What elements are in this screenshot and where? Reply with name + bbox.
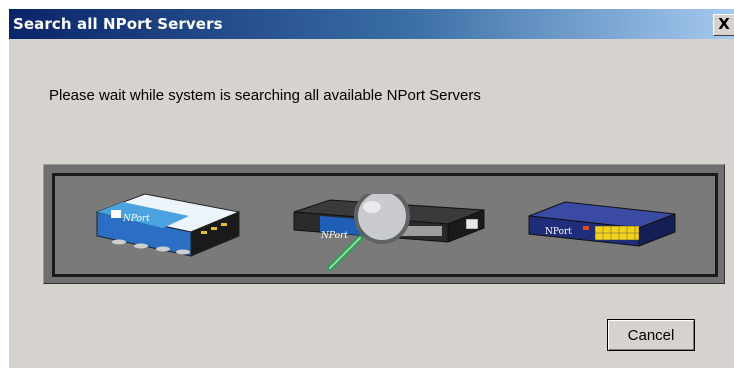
device-animation-panel: NPort NPort NPort [43, 164, 725, 284]
nport-device-1-label: NPort [123, 214, 150, 224]
nport-device-2-label: NPort [321, 231, 348, 241]
close-button[interactable]: X [713, 14, 734, 36]
dialog-title: Search all NPort Servers [13, 15, 223, 33]
title-bar[interactable]: Search all NPort Servers X [9, 9, 734, 39]
nport-device-3-label: NPort [545, 227, 572, 237]
dialog-window: Search all NPort Servers X Please wait w… [8, 8, 734, 368]
device-animation-area: NPort NPort NPort [52, 173, 718, 277]
nport-device-2-image [293, 194, 485, 271]
nport-device-1-image [95, 193, 241, 257]
cancel-button[interactable]: Cancel [607, 319, 695, 351]
status-message: Please wait while system is searching al… [49, 87, 481, 104]
